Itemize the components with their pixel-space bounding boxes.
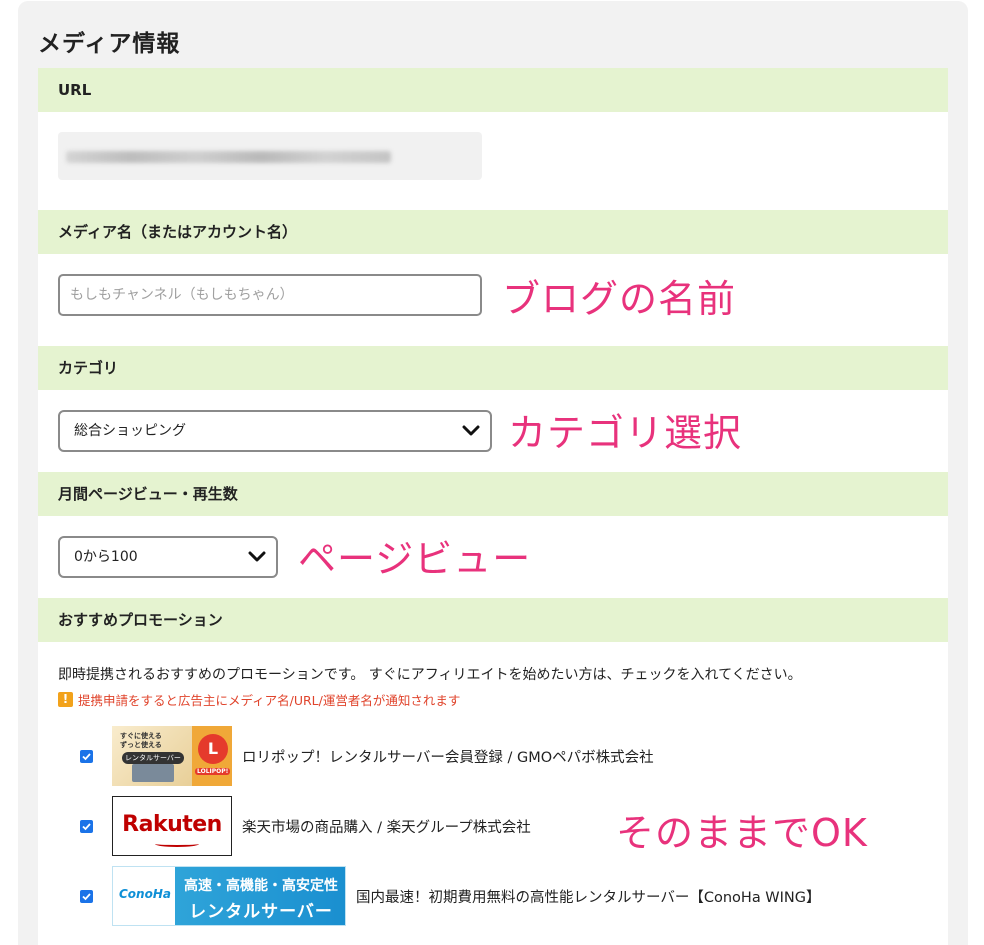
annotation-category-select: カテゴリ選択 — [508, 411, 743, 455]
section-header-media-name: メディア名（またはアカウント名） — [38, 210, 948, 254]
promotion-label-rakuten: 楽天市場の商品購入 / 楽天グループ株式会社 — [242, 820, 531, 836]
annotation-blog-name: ブログの名前 — [502, 277, 737, 321]
warning-icon: ! — [58, 692, 73, 707]
rakuten-banner-image: Rakuten — [112, 796, 232, 856]
chevron-down-icon — [248, 551, 266, 562]
panel-title: メディア情報 — [38, 31, 181, 57]
lolipop-banner-image: すぐに使える ずっと使える レンタルサーバー L LOLIPOP! — [112, 726, 232, 786]
promotion-item-conoha: ConoHa 高速・高機能・高安定性 レンタルサーバー 国内最速！初期費用無料の… — [38, 866, 948, 928]
section-body-promotion: 即時提携されるおすすめのプロモーションです。 すぐにアフィリエイトを始めたい方は… — [38, 642, 948, 945]
annotation-pageviews: ページビュー — [298, 537, 532, 581]
obscured-url-text — [66, 151, 391, 163]
promotion-item-lolipop: すぐに使える ずっと使える レンタルサーバー L LOLIPOP! ロリポップ！… — [38, 726, 948, 788]
pageviews-select[interactable]: 0から100 — [58, 536, 278, 578]
promotion-intro-text: 即時提携されるおすすめのプロモーションです。 すぐにアフィリエイトを始めたい方は… — [58, 667, 802, 683]
section-header-promotion: おすすめプロモーション — [38, 598, 948, 642]
conoha-logo: ConoHa — [119, 887, 171, 901]
checkmark-icon — [82, 823, 91, 831]
section-body-url — [38, 112, 948, 210]
promotion-warning-text: 提携申請をすると広告主にメディア名/URL/運営者名が通知されます — [78, 693, 461, 708]
checkmark-icon — [82, 893, 91, 901]
section-body-media-name — [38, 254, 948, 346]
section-header-url: URL — [38, 68, 948, 112]
section-body-category: 総合ショッピング — [38, 390, 948, 472]
annotation-keep-as-is: そのままでOK — [616, 811, 868, 855]
chevron-down-icon — [462, 425, 480, 436]
laptop-illustration — [132, 764, 174, 782]
pageviews-selected-value: 0から100 — [74, 549, 138, 565]
section-header-category: カテゴリ — [38, 346, 948, 390]
conoha-banner-image: ConoHa 高速・高機能・高安定性 レンタルサーバー — [112, 866, 346, 926]
url-field[interactable] — [58, 132, 482, 180]
promotion-warning: ! 提携申請をすると広告主にメディア名/URL/運営者名が通知されます — [58, 690, 460, 709]
promotion-checkbox-conoha[interactable] — [80, 890, 93, 903]
promotion-label-conoha: 国内最速！初期費用無料の高性能レンタルサーバー【ConoHa WING】 — [356, 890, 821, 906]
rakuten-logo: Rakuten — [122, 812, 222, 837]
checkmark-icon — [82, 753, 91, 761]
category-select[interactable]: 総合ショッピング — [58, 410, 492, 452]
promotion-label-lolipop: ロリポップ！レンタルサーバー会員登録 / GMOペパボ株式会社 — [242, 750, 654, 766]
media-name-input[interactable] — [58, 274, 482, 316]
lolipop-logo-icon: L — [198, 734, 228, 764]
section-header-pageviews: 月間ページビュー・再生数 — [38, 472, 948, 516]
category-selected-value: 総合ショッピング — [74, 423, 186, 439]
promotion-checkbox-lolipop[interactable] — [80, 750, 93, 763]
promotion-checkbox-rakuten[interactable] — [80, 820, 93, 833]
